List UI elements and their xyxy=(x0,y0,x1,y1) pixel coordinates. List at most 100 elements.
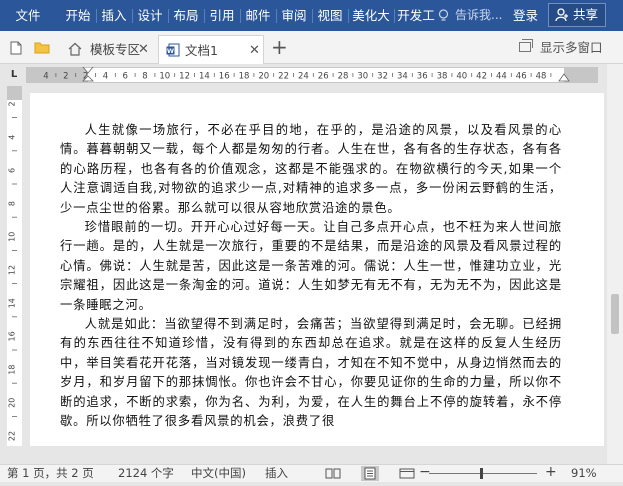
read-mode-icon xyxy=(325,468,341,479)
tab-label: 模板专区 xyxy=(90,42,141,57)
ruler-tick-label: 20 xyxy=(8,398,17,408)
tab-references[interactable]: 引用 xyxy=(206,0,238,31)
tab-separator xyxy=(204,9,205,23)
ruler-tick-label: 42 xyxy=(476,72,487,82)
tab-template-zone[interactable]: 模板专区 ✕ xyxy=(62,35,154,64)
ruler-tick-label: 4 xyxy=(103,72,108,82)
ruler-tick-label: 24 xyxy=(298,72,309,82)
tell-me-text: 告诉我... xyxy=(455,8,503,22)
share-button[interactable]: 共享 xyxy=(548,3,606,27)
close-tab-icon[interactable]: ✕ xyxy=(138,35,149,64)
paragraph[interactable]: 人生就像一场旅行，不必在乎目的地，在乎的，是沿途的风景，以及看风景的心情。暮暮朝… xyxy=(60,121,562,218)
tab-document1[interactable]: W 文档1 ✕ xyxy=(158,35,264,64)
tab-selector-icon[interactable]: L xyxy=(8,69,20,81)
ruler-tick-label: 32 xyxy=(377,72,388,82)
multi-window-icon xyxy=(519,39,533,52)
tab-label: 文档1 xyxy=(185,43,218,58)
ruler-tick-label: 10 xyxy=(159,72,170,82)
tab-file[interactable]: 文件 xyxy=(10,0,46,31)
ruler-tick-label: 36 xyxy=(417,72,428,82)
zoom-level[interactable]: 91% xyxy=(571,465,597,482)
tab-layout[interactable]: 布局 xyxy=(170,0,202,31)
document-tab-bar: 模板专区 ✕ W 文档1 ✕ + 显示多窗口 xyxy=(0,31,623,64)
person-icon xyxy=(555,8,568,22)
ruler-tick-label: 20 xyxy=(258,72,269,82)
tab-review[interactable]: 审阅 xyxy=(278,0,310,31)
tab-separator xyxy=(394,9,395,23)
zoom-in-button[interactable]: + xyxy=(545,464,557,481)
document-body[interactable]: 人生就像一场旅行，不必在乎目的地，在乎的，是沿途的风景，以及看风景的心情。暮暮朝… xyxy=(60,121,562,432)
paragraph[interactable]: 人就是如此：当欲望得不到满足时，会痛苦；当欲望得到满足时，会无聊。已经拥有的东西… xyxy=(60,315,562,431)
ruler-tick-label: 22 xyxy=(8,431,17,441)
ruler-tick-label: 34 xyxy=(397,72,408,82)
ribbon-bar: 文件 开始 插入 设计 布局 引用 邮件 审阅 视图 美化大 开发工 告诉我..… xyxy=(0,0,623,31)
ruler-tick-label: 38 xyxy=(437,72,448,82)
tab-beautify[interactable]: 美化大 xyxy=(350,0,392,31)
document-page[interactable]: 人生就像一场旅行，不必在乎目的地，在乎的，是沿途的风景，以及看风景的心情。暮暮朝… xyxy=(30,93,604,446)
word-count[interactable]: 2124 个字 xyxy=(118,465,174,482)
ruler-tick-label: 8 xyxy=(8,201,17,206)
page-count[interactable]: 第 1 页，共 2 页 xyxy=(7,465,94,482)
share-label: 共享 xyxy=(573,7,599,22)
ruler-tick-label: 6 xyxy=(8,168,17,173)
ruler-tick-label: 46 xyxy=(516,72,527,82)
scrollbar-thumb[interactable] xyxy=(611,294,619,334)
ruler-tick-label: 48 xyxy=(536,72,547,82)
ruler-tick-label: 12 xyxy=(8,265,17,275)
print-layout-button[interactable] xyxy=(361,466,379,481)
ruler-tick-label: 40 xyxy=(456,72,467,82)
print-layout-icon xyxy=(364,467,376,480)
ruler-tick-label: 2 xyxy=(63,72,68,82)
word-doc-icon: W xyxy=(166,43,180,57)
login-button[interactable]: 登录 xyxy=(513,0,538,31)
indent-marker-icon[interactable] xyxy=(82,67,94,83)
ruler-tick-label: 26 xyxy=(318,72,329,82)
tab-separator xyxy=(168,9,169,23)
tab-separator xyxy=(240,9,241,23)
tab-home[interactable]: 开始 xyxy=(62,0,94,31)
close-tab-icon[interactable]: ✕ xyxy=(249,36,260,65)
status-bar: 第 1 页，共 2 页 2124 个字 中文(中国) 插入 − + 91% xyxy=(0,464,623,482)
tab-separator xyxy=(132,9,133,23)
multi-window-label: 显示多窗口 xyxy=(540,40,603,55)
ruler-tick-label: 2 xyxy=(8,101,17,106)
tab-developer[interactable]: 开发工 xyxy=(396,0,436,31)
tab-view[interactable]: 视图 xyxy=(314,0,346,31)
ruler-tick-label: 44 xyxy=(496,72,507,82)
tab-insert[interactable]: 插入 xyxy=(98,0,130,31)
ruler-tick-label: 22 xyxy=(278,72,289,82)
web-layout-button[interactable] xyxy=(398,466,416,481)
ruler-tick-label: 14 xyxy=(8,298,17,308)
open-folder-icon[interactable] xyxy=(34,41,50,54)
insert-mode[interactable]: 插入 xyxy=(265,465,288,482)
ruler-tick-label: 12 xyxy=(179,72,190,82)
tab-mailings[interactable]: 邮件 xyxy=(242,0,274,31)
tab-separator xyxy=(348,9,349,23)
home-icon xyxy=(68,42,82,56)
tab-separator xyxy=(276,9,277,23)
ruler-ticks: 4 2 2 4 6 8 10 12 14 16 18 20 22 24 26 28 30 32 34 36 38 40 42… xyxy=(43,72,552,82)
ruler-tick-label: 14 xyxy=(199,72,210,82)
lightbulb-icon xyxy=(438,9,449,21)
ruler-ticks: 2 4 6 8 10 12 14 16 18 20 22 xyxy=(8,101,17,441)
vertical-ruler[interactable]: 2 4 6 8 10 12 14 16 18 20 22 xyxy=(7,86,22,446)
ruler-tick-label: 10 xyxy=(8,232,17,242)
right-indent-marker-icon[interactable] xyxy=(558,73,570,83)
svg-text:W: W xyxy=(167,47,174,55)
read-mode-button[interactable] xyxy=(324,466,342,481)
ruler-tick-label: 6 xyxy=(122,72,127,82)
paragraph[interactable]: 珍惜眼前的一切。开开心心过好每一天。让自己多点开心点，也不枉为来人世间旅行一趟。… xyxy=(60,218,562,315)
language[interactable]: 中文(中国) xyxy=(191,465,246,482)
zoom-slider[interactable] xyxy=(429,473,537,474)
vertical-scrollbar[interactable] xyxy=(607,64,623,464)
tab-design[interactable]: 设计 xyxy=(134,0,166,31)
horizontal-ruler[interactable]: 4 2 2 4 6 8 10 12 14 16 18 20 22 24 26 28 30 32 34 36 38 40 42… xyxy=(26,67,598,83)
new-tab-button[interactable]: + xyxy=(271,35,288,59)
ruler-tick-label: 16 xyxy=(8,331,17,341)
new-document-icon[interactable] xyxy=(10,41,22,55)
zoom-slider-thumb[interactable] xyxy=(480,468,483,479)
ruler-tick-label: 8 xyxy=(142,72,147,82)
web-layout-icon xyxy=(399,468,415,479)
ruler-tick-label: 18 xyxy=(239,72,250,82)
ruler-tick-label: 28 xyxy=(338,72,349,82)
